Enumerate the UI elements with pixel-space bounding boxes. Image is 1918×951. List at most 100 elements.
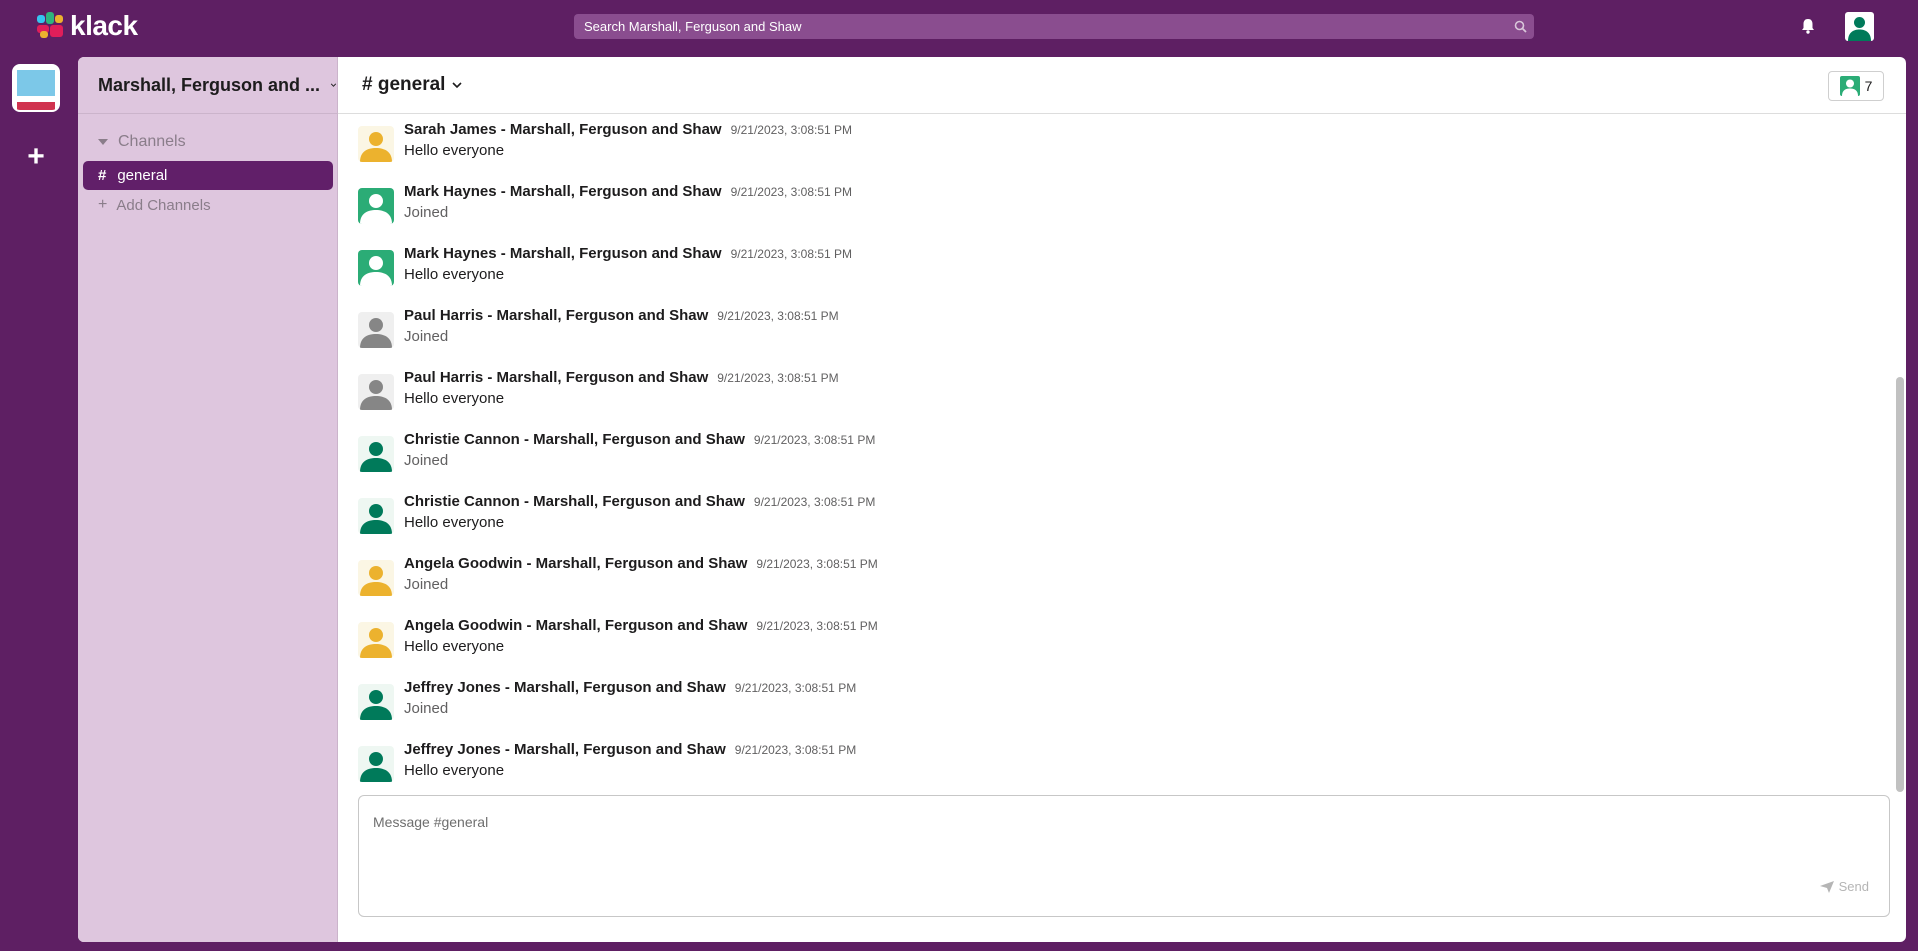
message-author[interactable]: Sarah James - Marshall, Ferguson and Sha… — [404, 121, 722, 138]
user-avatar-icon[interactable] — [358, 374, 394, 410]
search-icon[interactable] — [1506, 14, 1534, 39]
message-text: Joined — [404, 700, 449, 717]
sidebar-item-general[interactable]: # general — [83, 161, 333, 190]
caret-down-icon — [98, 139, 108, 145]
app-logo[interactable]: klack — [37, 10, 138, 41]
message-timestamp: 9/21/2023, 3:08:51 PM — [753, 433, 876, 447]
message-item[interactable]: Paul Harris - Marshall, Ferguson and Sha… — [358, 305, 839, 355]
channel-header: # general 7 — [338, 57, 1906, 114]
channels-section: Channels # general + Add Channels — [78, 132, 338, 216]
sidebar-item-label: general — [117, 167, 168, 184]
message-author[interactable]: Angela Goodwin - Marshall, Ferguson and … — [404, 617, 747, 634]
message-text: Hello everyone — [404, 638, 505, 655]
message-body: Paul Harris - Marshall, Ferguson and Sha… — [404, 305, 839, 355]
klack-logo-icon — [37, 12, 64, 39]
members-icon — [1839, 76, 1860, 96]
search-placeholder: Search Marshall, Ferguson and Shaw — [584, 19, 802, 34]
message-composer[interactable]: Message #general Send — [358, 795, 1890, 917]
user-avatar-icon[interactable] — [358, 436, 394, 472]
user-avatar-icon[interactable] — [358, 560, 394, 596]
members-button[interactable]: 7 — [1828, 71, 1884, 101]
hash-icon: # — [98, 167, 107, 184]
message-item[interactable]: Jeffrey Jones - Marshall, Ferguson and S… — [358, 677, 856, 727]
message-author[interactable]: Mark Haynes - Marshall, Ferguson and Sha… — [404, 183, 722, 200]
message-item[interactable]: Angela Goodwin - Marshall, Ferguson and … — [358, 615, 878, 665]
message-text: Hello everyone — [404, 514, 505, 531]
app-name: klack — [70, 10, 138, 41]
plus-icon: + — [98, 196, 108, 213]
message-body: Mark Haynes - Marshall, Ferguson and Sha… — [404, 181, 852, 231]
message-item[interactable]: Mark Haynes - Marshall, Ferguson and Sha… — [358, 243, 852, 293]
add-channels-button[interactable]: + Add Channels — [78, 194, 338, 216]
message-header: Mark Haynes - Marshall, Ferguson and Sha… — [404, 183, 852, 203]
message-timestamp: 9/21/2023, 3:08:51 PM — [717, 371, 839, 385]
message-header: Paul Harris - Marshall, Ferguson and Sha… — [404, 369, 839, 389]
paper-plane-icon — [1819, 880, 1834, 893]
message-author[interactable]: Paul Harris - Marshall, Ferguson and Sha… — [404, 369, 708, 386]
user-avatar-icon[interactable] — [358, 622, 394, 658]
search-bar[interactable]: Search Marshall, Ferguson and Shaw — [574, 14, 1534, 39]
message-text: Joined — [404, 204, 449, 221]
channel-view: # general 7 Sarah James - Marshall, Ferg… — [338, 57, 1906, 942]
message-text: Joined — [404, 452, 449, 469]
message-text: Hello everyone — [404, 390, 505, 407]
add-workspace-icon[interactable]: + — [22, 142, 50, 172]
user-avatar-icon[interactable] — [1845, 12, 1874, 41]
top-bar: klack Search Marshall, Ferguson and Shaw — [0, 0, 1918, 53]
channels-section-toggle[interactable]: Channels — [78, 132, 338, 152]
message-input[interactable]: Message #general — [373, 814, 488, 830]
message-item[interactable]: Angela Goodwin - Marshall, Ferguson and … — [358, 553, 878, 603]
message-author[interactable]: Jeffrey Jones - Marshall, Ferguson and S… — [404, 741, 726, 758]
chevron-down-icon[interactable] — [451, 79, 463, 91]
message-item[interactable]: Christie Cannon - Marshall, Ferguson and… — [358, 429, 875, 479]
message-timestamp: 9/21/2023, 3:08:51 PM — [753, 495, 876, 509]
user-avatar-icon[interactable] — [358, 684, 394, 720]
user-avatar-icon[interactable] — [358, 498, 394, 534]
send-label: Send — [1838, 879, 1869, 894]
message-header: Paul Harris - Marshall, Ferguson and Sha… — [404, 307, 839, 327]
bell-icon[interactable] — [1798, 16, 1818, 36]
send-button[interactable]: Send — [1819, 879, 1869, 894]
message-text: Joined — [404, 328, 449, 345]
chevron-down-icon — [330, 83, 337, 87]
workspace-header[interactable]: Marshall, Ferguson and ... — [78, 57, 337, 114]
message-timestamp: 9/21/2023, 3:08:51 PM — [730, 247, 853, 261]
channels-section-label: Channels — [118, 133, 186, 150]
message-header: Sarah James - Marshall, Ferguson and Sha… — [404, 121, 852, 141]
message-body: Christie Cannon - Marshall, Ferguson and… — [404, 491, 875, 541]
message-text: Hello everyone — [404, 142, 505, 159]
user-avatar-icon[interactable] — [358, 250, 394, 286]
message-author[interactable]: Christie Cannon - Marshall, Ferguson and… — [404, 431, 745, 448]
message-timestamp: 9/21/2023, 3:08:51 PM — [717, 309, 839, 323]
message-item[interactable]: Paul Harris - Marshall, Ferguson and Sha… — [358, 367, 839, 417]
message-text: Hello everyone — [404, 762, 505, 779]
message-author[interactable]: Angela Goodwin - Marshall, Ferguson and … — [404, 555, 747, 572]
message-text: Hello everyone — [404, 266, 505, 283]
message-timestamp: 9/21/2023, 3:08:51 PM — [730, 185, 853, 199]
workspace-switcher-icon[interactable] — [12, 64, 60, 112]
message-body: Mark Haynes - Marshall, Ferguson and Sha… — [404, 243, 852, 293]
channel-title[interactable]: # general — [362, 74, 445, 96]
message-item[interactable]: Christie Cannon - Marshall, Ferguson and… — [358, 491, 875, 541]
message-header: Jeffrey Jones - Marshall, Ferguson and S… — [404, 741, 856, 761]
message-list-scrollbar[interactable] — [1896, 377, 1904, 792]
message-timestamp: 9/21/2023, 3:08:51 PM — [756, 557, 878, 571]
add-channels-label: Add Channels — [116, 196, 211, 214]
message-item[interactable]: Sarah James - Marshall, Ferguson and Sha… — [358, 119, 852, 169]
message-header: Christie Cannon - Marshall, Ferguson and… — [404, 493, 875, 513]
message-author[interactable]: Paul Harris - Marshall, Ferguson and Sha… — [404, 307, 708, 324]
message-author[interactable]: Christie Cannon - Marshall, Ferguson and… — [404, 493, 745, 510]
user-avatar-icon[interactable] — [358, 746, 394, 782]
message-author[interactable]: Jeffrey Jones - Marshall, Ferguson and S… — [404, 679, 726, 696]
message-body: Sarah James - Marshall, Ferguson and Sha… — [404, 119, 852, 169]
message-timestamp: 9/21/2023, 3:08:51 PM — [756, 619, 878, 633]
message-item[interactable]: Mark Haynes - Marshall, Ferguson and Sha… — [358, 181, 852, 231]
message-body: Jeffrey Jones - Marshall, Ferguson and S… — [404, 739, 856, 789]
user-avatar-icon[interactable] — [358, 188, 394, 224]
user-avatar-icon[interactable] — [358, 126, 394, 162]
main-panel: Marshall, Ferguson and ... Channels # ge… — [78, 57, 1906, 942]
message-item[interactable]: Jeffrey Jones - Marshall, Ferguson and S… — [358, 739, 856, 789]
message-author[interactable]: Mark Haynes - Marshall, Ferguson and Sha… — [404, 245, 722, 262]
user-avatar-icon[interactable] — [358, 312, 394, 348]
message-header: Jeffrey Jones - Marshall, Ferguson and S… — [404, 679, 856, 699]
